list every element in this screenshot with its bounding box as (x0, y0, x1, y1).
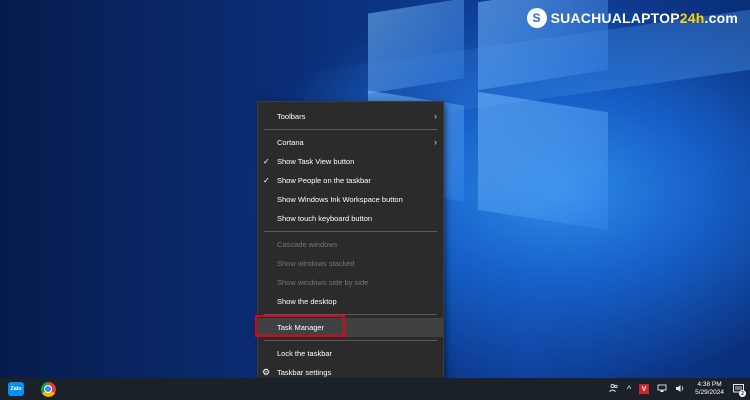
chevron-right-icon: › (434, 111, 437, 121)
system-tray: ^ V 4:38 PM 5/29/2024 2 (605, 378, 750, 400)
chevron-right-icon: › (434, 137, 437, 147)
menu-item-label: Cortana (277, 138, 304, 147)
taskbar: Zalo ^ V 4:38 PM 5/29/2024 2 (0, 378, 750, 400)
zalo-icon: Zalo (8, 382, 24, 396)
notification-count-badge: 2 (739, 390, 746, 397)
menu-item-label: Toolbars (277, 112, 306, 121)
watermark-logo: S SUACHUALAPTOP 24h .com (526, 8, 738, 28)
menu-item-label: Show Task View button (277, 157, 355, 166)
menu-item-label: Show windows stacked (277, 259, 355, 268)
antivirus-icon[interactable]: V (639, 384, 650, 394)
menu-item-lock-taskbar[interactable]: Lock the taskbar (258, 344, 443, 363)
checkmark-icon: ✓ (263, 157, 270, 166)
clock-date: 5/29/2024 (695, 389, 724, 396)
menu-item-stacked: Show windows stacked (258, 254, 443, 273)
menu-item-toolbars[interactable]: Toolbars › (258, 107, 443, 126)
menu-item-label: Cascade windows (277, 240, 338, 249)
menu-item-label: Show People on the taskbar (277, 176, 371, 185)
chevron-up-icon[interactable]: ^ (627, 384, 631, 394)
sc-logo-icon: S (526, 8, 547, 28)
checkmark-icon: ✓ (263, 176, 270, 185)
chrome-icon (40, 381, 56, 397)
menu-item-side-by-side: Show windows side by side (258, 273, 443, 292)
network-icon[interactable] (657, 384, 667, 395)
menu-item-label: Show touch keyboard button (277, 214, 373, 223)
people-icon[interactable] (609, 383, 619, 395)
menu-item-show-task-view[interactable]: ✓ Show Task View button (258, 152, 443, 171)
menu-item-show-touch-keyboard[interactable]: Show touch keyboard button (258, 209, 443, 228)
taskbar-clock[interactable]: 4:38 PM 5/29/2024 (695, 381, 724, 397)
window-pane-bottom-right (478, 91, 608, 231)
menu-item-label: Show Windows Ink Workspace button (277, 195, 403, 204)
menu-item-cascade: Cascade windows (258, 235, 443, 254)
clock-time: 4:38 PM (697, 381, 722, 388)
menu-item-show-ink[interactable]: Show Windows Ink Workspace button (258, 190, 443, 209)
menu-separator (264, 231, 437, 232)
menu-item-show-people[interactable]: ✓ Show People on the taskbar (258, 171, 443, 190)
menu-separator (264, 314, 437, 315)
taskbar-app-zalo[interactable]: Zalo (6, 379, 26, 399)
menu-item-label: Task Manager (277, 323, 325, 332)
volume-icon[interactable] (675, 384, 685, 395)
taskbar-context-menu: Toolbars › Cortana › ✓ Show Task View bu… (257, 101, 444, 381)
watermark-accent: 24h (679, 10, 705, 26)
menu-separator (264, 129, 437, 130)
menu-item-label: Taskbar settings (277, 368, 332, 377)
watermark-suffix: .com (704, 10, 738, 26)
menu-item-label: Show windows side by side (277, 278, 369, 287)
action-center-button[interactable]: 2 (730, 378, 746, 400)
menu-item-label: Lock the taskbar (277, 349, 333, 358)
taskbar-app-chrome[interactable] (38, 379, 58, 399)
menu-item-show-desktop[interactable]: Show the desktop (258, 292, 443, 311)
window-pane-top-left (368, 0, 464, 94)
menu-separator (264, 340, 437, 341)
watermark-brand: SUACHUALAPTOP (550, 10, 680, 26)
menu-item-label: Show the desktop (277, 297, 337, 306)
menu-item-cortana[interactable]: Cortana › (258, 133, 443, 152)
menu-item-task-manager[interactable]: Task Manager (258, 318, 443, 337)
